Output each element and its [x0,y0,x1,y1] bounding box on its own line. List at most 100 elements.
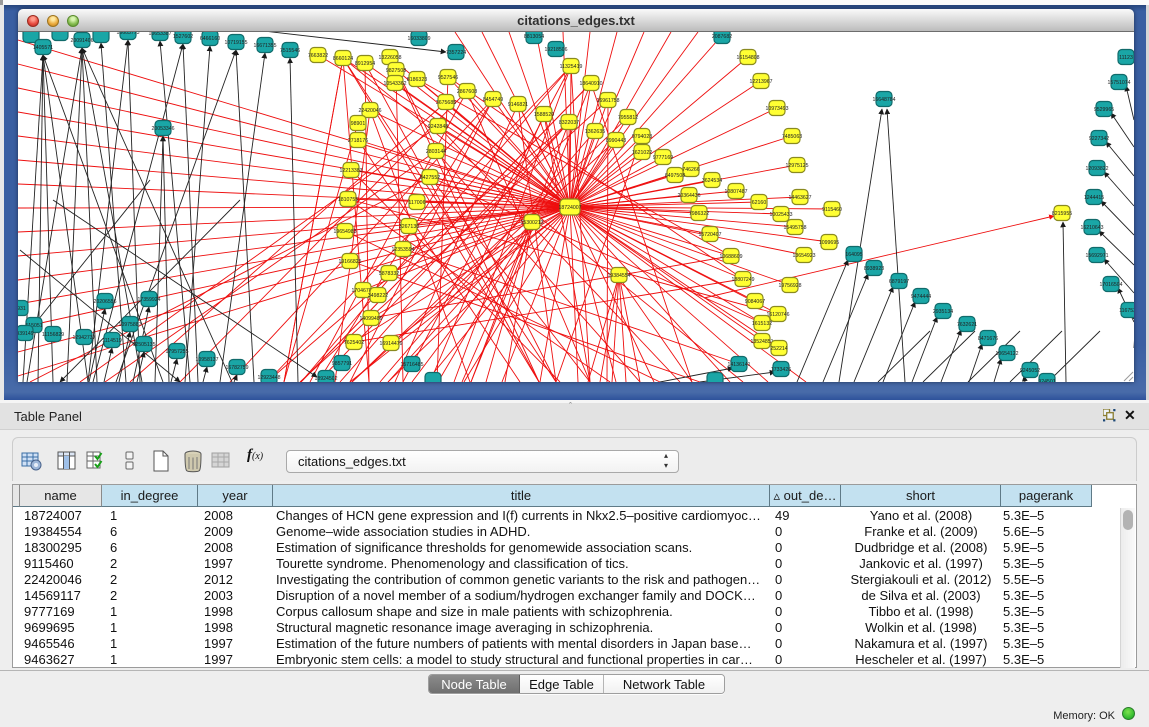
svg-text:117006: 117006 [409,200,426,206]
svg-text:8660124: 8660124 [333,56,353,62]
svg-text:10973493: 10973493 [765,106,788,112]
svg-text:8931: 8931 [18,306,26,312]
svg-text:3498222: 3498222 [368,293,388,299]
svg-text:8471676: 8471676 [978,336,998,342]
svg-text:10807487: 10807487 [724,189,747,195]
svg-text:19384554: 19384554 [607,273,630,279]
svg-text:22420046: 22420046 [358,108,381,114]
svg-text:9857791: 9857791 [332,361,352,367]
svg-text:11325419: 11325419 [560,64,583,70]
svg-text:8912954: 8912954 [355,61,375,67]
svg-text:2087682: 2087682 [712,34,732,40]
svg-text:7632621: 7632621 [957,322,977,328]
svg-text:62160: 62160 [752,200,767,206]
svg-text:7955812: 7955812 [618,115,638,121]
svg-text:19218506: 19218506 [544,47,567,53]
svg-text:9529965: 9529965 [1094,107,1114,113]
svg-text:10543362: 10543362 [383,81,406,87]
svg-text:12353594: 12353594 [391,247,414,253]
svg-text:12923448: 12923448 [257,375,280,381]
svg-text:19756928: 19756928 [778,283,801,289]
svg-text:12975125: 12975125 [785,163,808,169]
svg-text:12213383: 12213383 [339,168,362,174]
svg-text:20364436: 20364436 [677,193,700,199]
svg-text:11123: 11123 [1119,55,1133,61]
svg-text:10719155: 10719155 [224,40,247,46]
svg-text:7625402: 7625402 [344,340,364,346]
svg-text:13524851: 13524851 [750,339,773,345]
svg-text:12213967: 12213967 [749,79,772,85]
svg-text:7357224: 7357224 [446,50,466,56]
svg-text:98901: 98901 [351,121,366,127]
svg-text:14136141: 14136141 [727,362,750,368]
svg-text:8186323: 8186323 [407,77,427,83]
svg-text:7515546: 7515546 [280,48,300,54]
svg-text:18724007: 18724007 [558,205,581,211]
svg-text:1114519: 1114519 [102,338,122,344]
svg-text:8813054: 8813054 [524,34,544,40]
svg-text:924501: 924501 [1038,379,1055,382]
svg-text:15495758: 15495758 [783,225,806,231]
svg-text:16210643: 16210643 [1080,225,1103,231]
svg-text:1362635: 1362635 [585,129,605,135]
svg-text:5878332: 5878332 [379,271,399,277]
svg-text:9084067: 9084067 [745,299,765,305]
svg-text:19166825: 19166825 [338,259,361,265]
svg-text:19654983: 19654983 [333,229,356,235]
svg-text:9245052: 9245052 [1020,368,1040,374]
svg-text:16154808: 16154808 [736,55,759,61]
svg-text:9827508: 9827508 [386,68,406,74]
svg-text:18924502: 18924502 [314,376,337,382]
svg-text:14099489: 14099489 [359,316,382,322]
svg-text:2935134: 2935134 [933,309,953,315]
svg-text:15751074: 15751074 [1107,80,1130,86]
svg-text:9474444: 9474444 [911,294,931,300]
svg-text:10975887: 10975887 [118,322,141,328]
svg-text:9794028: 9794028 [632,134,652,140]
svg-text:20206556: 20206556 [93,299,116,305]
svg-text:17359924: 17359924 [137,297,160,303]
svg-text:12093822: 12093822 [1085,166,1108,172]
svg-text:939149: 939149 [18,331,34,337]
svg-text:6497508: 6497508 [665,173,685,179]
svg-text:14463627: 14463627 [788,195,811,201]
svg-text:18807249: 18807249 [731,277,754,283]
svg-text:20091406: 20091406 [70,38,93,44]
svg-text:12942737: 12942737 [72,335,95,341]
svg-text:9227342: 9227342 [1089,136,1109,142]
svg-text:6879197: 6879197 [889,279,909,285]
svg-text:9242848: 9242848 [428,124,448,130]
svg-text:18640910: 18640910 [579,81,602,87]
svg-text:10654122: 10654122 [995,351,1018,357]
svg-text:16961758: 16961758 [596,98,619,104]
svg-text:1244415: 1244415 [1084,195,1104,201]
svg-text:10025433: 10025433 [769,212,792,218]
svg-text:2718176: 2718176 [348,138,368,144]
svg-text:1588520: 1588520 [534,112,554,118]
svg-text:1621022: 1621022 [632,150,652,156]
svg-text:8322037: 8322037 [559,120,579,126]
svg-text:10653387: 10653387 [148,32,171,37]
svg-text:10958137: 10958137 [195,357,218,363]
svg-text:1733426: 1733426 [771,367,791,373]
svg-text:8215955: 8215955 [1052,211,1072,217]
svg-text:16033809: 16033809 [407,36,430,42]
svg-text:15716485: 15716485 [400,362,423,368]
svg-text:16603773: 16603773 [116,32,139,36]
svg-text:8427552: 8427552 [420,175,440,181]
svg-text:16671355: 16671355 [253,43,276,49]
svg-text:9777169: 9777169 [653,155,673,161]
svg-text:1405571: 1405571 [33,45,53,51]
svg-text:1167534: 1167534 [1119,308,1134,314]
svg-text:16914479: 16914479 [379,341,402,347]
svg-text:3267130: 3267130 [399,224,419,230]
svg-text:1527602: 1527602 [173,34,193,40]
svg-text:164095: 164095 [845,252,862,258]
svg-text:9115460: 9115460 [822,207,842,213]
svg-text:12505135: 12505135 [132,342,155,348]
svg-text:9527546: 9527546 [438,75,458,81]
svg-text:13654923: 13654923 [792,253,815,259]
svg-text:17957255: 17957255 [165,349,188,355]
svg-text:8990443: 8990443 [606,138,626,144]
svg-text:1615132: 1615132 [752,321,772,327]
